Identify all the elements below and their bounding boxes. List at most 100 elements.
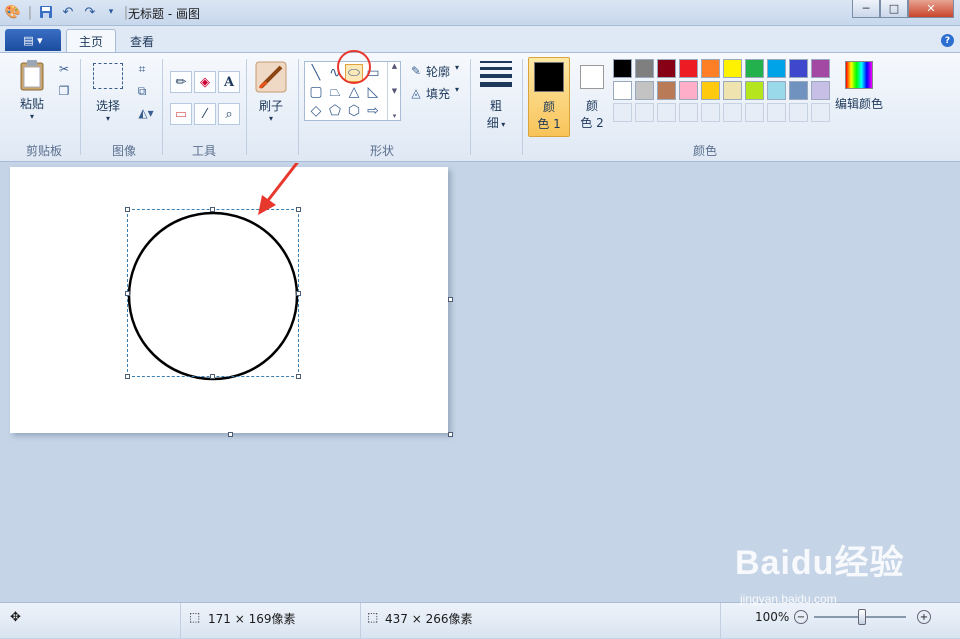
- palette-color-swatch[interactable]: [657, 81, 676, 100]
- palette-color-swatch[interactable]: [613, 59, 632, 78]
- move-cursor-icon: ✥: [10, 610, 21, 625]
- hexagon-shape-icon[interactable]: ⬡: [345, 102, 363, 120]
- watermark-url: jingyan.baidu.com: [740, 592, 837, 606]
- shapes-scroll[interactable]: ▲ ▼ ▾: [387, 62, 401, 120]
- zoom-level: 100%: [755, 610, 790, 624]
- copy-icon[interactable]: ❐: [54, 81, 74, 101]
- arrow-shape-icon[interactable]: ⇨: [364, 102, 382, 120]
- minimize-button[interactable]: ─: [852, 0, 880, 18]
- group-divider: [522, 59, 523, 155]
- ribbon: 粘贴 ▾ ✂ ❐ 剪贴板 选择 ▾ ⌗ ⧉ ◭▾ 图像 ✏ ◈ A ▭ ⁄ ⌕ …: [0, 50, 960, 162]
- fill-label[interactable]: 填充: [426, 85, 450, 102]
- colors-group-label: 颜色: [692, 144, 717, 158]
- palette-color-swatch[interactable]: [679, 81, 698, 100]
- palette-custom-slot[interactable]: [789, 103, 808, 122]
- select-button[interactable]: 选择 ▾: [88, 63, 128, 123]
- palette-custom-slot[interactable]: [745, 103, 764, 122]
- ribbon-tab-bar: ▤ ▾ 主页 查看 ?: [0, 26, 960, 53]
- fill-bucket-icon[interactable]: ◈: [194, 71, 216, 93]
- right-triangle-shape-icon[interactable]: ◺: [364, 83, 382, 101]
- eraser-icon[interactable]: ▭: [170, 103, 192, 125]
- close-button[interactable]: ✕: [908, 0, 954, 18]
- rounded-rectangle-shape-icon[interactable]: ▢: [307, 83, 325, 101]
- outline-label[interactable]: 轮廓: [426, 63, 450, 80]
- palette-color-swatch[interactable]: [679, 59, 698, 78]
- palette-custom-slot[interactable]: [657, 103, 676, 122]
- edit-colors-button[interactable]: 编辑颜色: [834, 61, 884, 112]
- help-icon[interactable]: ?: [941, 34, 954, 47]
- zoom-in-icon[interactable]: +: [917, 610, 931, 624]
- paint-menu-button[interactable]: ▤ ▾: [5, 29, 61, 51]
- palette-color-swatch[interactable]: [635, 81, 654, 100]
- tab-view[interactable]: 查看: [118, 29, 166, 53]
- tab-home[interactable]: 主页: [66, 29, 117, 53]
- palette-color-swatch[interactable]: [657, 59, 676, 78]
- fill-icon[interactable]: ◬: [406, 83, 426, 103]
- color2-button[interactable]: 颜 色 2: [574, 61, 610, 131]
- redo-icon[interactable]: ↷: [82, 4, 98, 20]
- color1-button[interactable]: 颜 色 1: [528, 57, 570, 137]
- color-picker-icon[interactable]: ⁄: [194, 103, 216, 125]
- size-label-line1: 粗: [489, 99, 502, 113]
- palette-color-swatch[interactable]: [745, 59, 764, 78]
- palette-color-swatch[interactable]: [767, 59, 786, 78]
- palette-color-swatch[interactable]: [789, 81, 808, 100]
- palette-color-swatch[interactable]: [767, 81, 786, 100]
- rotate-icon[interactable]: ◭▾: [132, 103, 160, 123]
- palette-color-swatch[interactable]: [789, 59, 808, 78]
- palette-color-swatch[interactable]: [811, 81, 830, 100]
- line-shape-icon[interactable]: ╲: [307, 64, 325, 82]
- line-width-icon: [480, 61, 512, 87]
- palette-custom-slot[interactable]: [767, 103, 786, 122]
- separator-icon: |: [27, 4, 33, 20]
- palette-color-swatch[interactable]: [723, 59, 742, 78]
- status-bar: ✥ ⬚ 171 × 169像素 ⬚ 437 × 266像素 100% − +: [0, 602, 960, 639]
- palette-color-swatch[interactable]: [723, 81, 742, 100]
- palette-custom-slot[interactable]: [723, 103, 742, 122]
- brushes-button[interactable]: 刷子 ▾: [252, 61, 290, 123]
- outline-icon[interactable]: ✎: [406, 61, 426, 81]
- pentagon-shape-icon[interactable]: ⬠: [326, 102, 344, 120]
- magnifier-icon[interactable]: ⌕: [218, 103, 240, 125]
- size-button[interactable]: 粗 细 ▾: [478, 61, 514, 131]
- paint-app-icon[interactable]: 🎨: [5, 4, 21, 20]
- group-divider: [162, 59, 163, 155]
- selection-size-icon: ⬚: [189, 610, 201, 624]
- maximize-button[interactable]: □: [880, 0, 908, 18]
- palette-color-swatch[interactable]: [701, 59, 720, 78]
- palette-custom-slot[interactable]: [613, 103, 632, 122]
- palette-color-swatch[interactable]: [635, 59, 654, 78]
- save-icon[interactable]: [38, 4, 54, 20]
- status-divider: [180, 603, 181, 639]
- palette-color-swatch[interactable]: [701, 81, 720, 100]
- undo-icon[interactable]: ↶: [60, 4, 76, 20]
- palette-custom-slot[interactable]: [679, 103, 698, 122]
- zoom-slider-thumb[interactable]: [858, 609, 866, 625]
- palette-color-swatch[interactable]: [745, 81, 764, 100]
- palette-custom-slot[interactable]: [701, 103, 720, 122]
- polygon-shape-icon[interactable]: ⏢: [326, 83, 344, 101]
- palette-custom-slot[interactable]: [635, 103, 654, 122]
- palette-color-swatch[interactable]: [811, 59, 830, 78]
- group-divider: [298, 59, 299, 155]
- text-tool-icon[interactable]: A: [218, 71, 240, 93]
- resize-icon[interactable]: ⧉: [132, 81, 152, 101]
- customize-dropdown-icon[interactable]: ▾: [103, 4, 119, 20]
- baidu-watermark: Baidu经验: [735, 544, 905, 582]
- paste-button[interactable]: 粘贴 ▾: [14, 59, 50, 121]
- diamond-shape-icon[interactable]: ◇: [307, 102, 325, 120]
- canvas-size-icon: ⬚: [367, 610, 379, 624]
- triangle-shape-icon[interactable]: △: [345, 83, 363, 101]
- palette-custom-slot[interactable]: [811, 103, 830, 122]
- tools-group-label: 工具: [191, 144, 216, 158]
- color2-swatch: [580, 65, 604, 89]
- chevron-down-icon: ▾: [105, 114, 110, 123]
- palette-color-swatch[interactable]: [613, 81, 632, 100]
- pencil-icon[interactable]: ✏: [170, 71, 192, 93]
- zoom-out-icon[interactable]: −: [794, 610, 808, 624]
- selection-icon: [93, 63, 123, 89]
- cut-icon[interactable]: ✂: [54, 59, 74, 79]
- crop-icon[interactable]: ⌗: [132, 59, 152, 79]
- chevron-down-icon: ▾: [29, 112, 34, 121]
- status-divider: [720, 603, 721, 639]
